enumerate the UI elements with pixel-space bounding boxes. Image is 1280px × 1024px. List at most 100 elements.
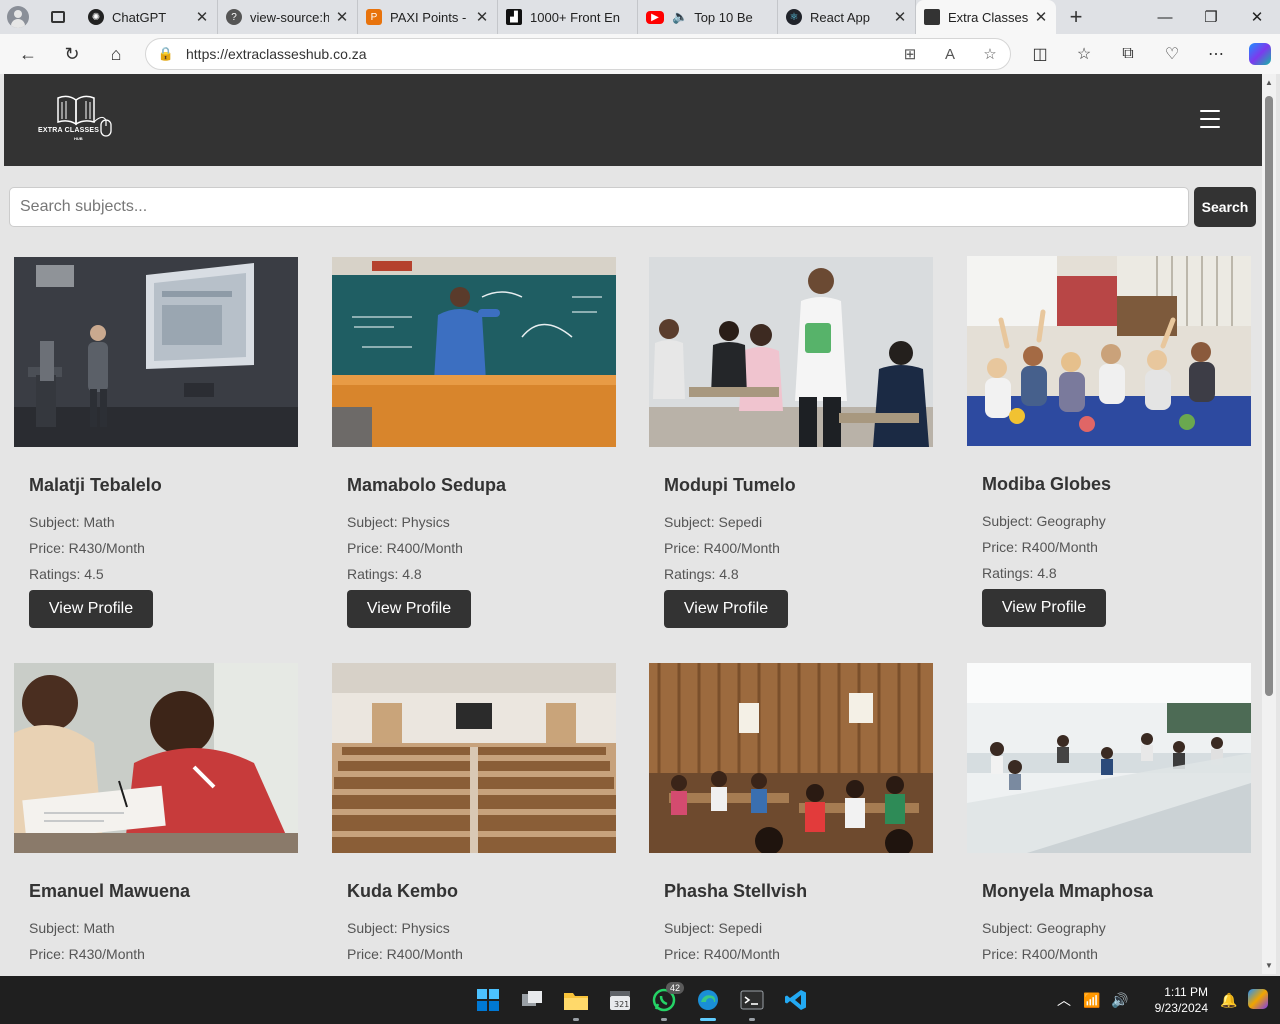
copilot-button[interactable] bbox=[1238, 34, 1280, 74]
lock-icon[interactable]: 🔒 bbox=[146, 46, 186, 62]
tutor-price: Price: R430/Month bbox=[29, 540, 145, 556]
close-window-button[interactable]: ✕ bbox=[1234, 0, 1280, 34]
view-profile-button[interactable]: View Profile bbox=[982, 589, 1106, 627]
split-screen-button[interactable]: ◫ bbox=[1018, 34, 1062, 74]
close-tab-icon[interactable]: ✕ bbox=[475, 8, 489, 26]
more-dots-icon: ⋯ bbox=[1208, 46, 1224, 63]
browser-tab-strip: ✺ ChatGPT ✕ ? view-source:htt ✕ P PAXI P… bbox=[0, 0, 1280, 34]
clipchamp-button[interactable]: 321 bbox=[598, 976, 642, 1024]
terminal-button[interactable] bbox=[730, 976, 774, 1024]
tab-title: 1000+ Front En bbox=[530, 9, 620, 25]
read-aloud-icon[interactable]: A bbox=[930, 46, 970, 63]
close-tab-icon[interactable]: ✕ bbox=[893, 8, 907, 26]
copilot-icon bbox=[1249, 43, 1271, 65]
tab-title: React App bbox=[810, 9, 870, 25]
file-explorer-button[interactable] bbox=[554, 976, 598, 1024]
tutor-name: Mamabolo Sedupa bbox=[347, 475, 507, 495]
whatsapp-button[interactable]: 42 bbox=[642, 976, 686, 1024]
close-tab-icon[interactable]: ✕ bbox=[1034, 8, 1048, 26]
hamburger-menu-icon[interactable] bbox=[1200, 110, 1220, 128]
view-profile-button[interactable]: View Profile bbox=[664, 590, 788, 628]
tab-extra-classes[interactable]: Extra Classes H ✕ bbox=[916, 0, 1056, 34]
tutor-photo[interactable] bbox=[649, 257, 933, 447]
vscode-button[interactable] bbox=[774, 976, 818, 1024]
favorite-star-icon[interactable]: ☆ bbox=[970, 45, 1010, 63]
tab-frontend[interactable]: ▟ 1000+ Front En bbox=[498, 0, 638, 34]
scroll-down-arrow-icon[interactable]: ▼ bbox=[1264, 961, 1274, 970]
tutor-price: Price: R400/Month bbox=[982, 946, 1098, 962]
tutor-photo[interactable] bbox=[649, 663, 933, 853]
task-view-button[interactable] bbox=[510, 976, 554, 1024]
collections-button[interactable]: ⧉ bbox=[1106, 34, 1150, 74]
tab-title: view-source:htt bbox=[250, 9, 329, 25]
refresh-button[interactable]: ↻ bbox=[50, 34, 94, 74]
volume-icon[interactable]: 🔊 bbox=[1106, 992, 1134, 1009]
tutor-photo[interactable] bbox=[14, 257, 298, 447]
tab-react-app[interactable]: ⚛ React App ✕ bbox=[778, 0, 916, 34]
chalkboard-teacher-image bbox=[332, 257, 616, 447]
show-hidden-icons-chevron-icon[interactable]: ︿ bbox=[1050, 990, 1078, 1010]
start-button[interactable] bbox=[466, 976, 510, 1024]
tab-paxi[interactable]: P PAXI Points - C ✕ bbox=[358, 0, 498, 34]
view-profile-button[interactable]: View Profile bbox=[29, 590, 153, 628]
page-viewport: EXTRA CLASSES HUB Search subjects... Sea… bbox=[4, 74, 1262, 974]
notification-bell-icon[interactable]: 🔔 bbox=[1214, 992, 1244, 1009]
tutor-photo[interactable] bbox=[967, 256, 1251, 446]
tutor-subject: Subject: Sepedi bbox=[664, 514, 763, 530]
search-input[interactable] bbox=[9, 187, 1189, 227]
site-logo[interactable]: EXTRA CLASSES HUB bbox=[36, 92, 116, 144]
profile-button[interactable] bbox=[0, 0, 36, 34]
tab-title: Top 10 Be bbox=[694, 9, 753, 25]
back-button[interactable]: ← bbox=[6, 34, 50, 74]
logo-text: EXTRA CLASSES bbox=[38, 127, 100, 134]
home-button[interactable]: ⌂ bbox=[94, 34, 138, 74]
tab-actions-icon bbox=[51, 11, 65, 23]
tutor-photo[interactable] bbox=[332, 663, 616, 853]
scrollbar-thumb[interactable] bbox=[1265, 96, 1273, 696]
browser-essentials-button[interactable]: ♡ bbox=[1150, 34, 1194, 74]
wifi-icon[interactable]: 📶 bbox=[1078, 992, 1106, 1009]
tutor-price: Price: R430/Month bbox=[29, 946, 145, 962]
search-button[interactable]: Search bbox=[1194, 187, 1256, 227]
tutor-card: Emanuel Mawuena Subject: Math Price: R43… bbox=[14, 663, 298, 974]
tutor-card: Modiba Globes Subject: Geography Price: … bbox=[967, 256, 1251, 646]
settings-more-button[interactable]: ⋯ bbox=[1194, 34, 1238, 74]
copilot-taskbar-icon[interactable] bbox=[1244, 988, 1272, 1012]
home-icon: ⌂ bbox=[110, 43, 122, 64]
new-tab-button[interactable]: + bbox=[1056, 0, 1096, 34]
windows-taskbar: 321 42 ︿ 📶 🔊 1:11 PM 9/23/2024 🔔 bbox=[0, 976, 1280, 1024]
lecture-projector-image bbox=[14, 257, 298, 447]
app-available-icon[interactable]: ⊞ bbox=[890, 45, 930, 63]
view-profile-button[interactable]: View Profile bbox=[347, 590, 471, 628]
close-tab-icon[interactable]: ✕ bbox=[335, 8, 349, 26]
browser-toolbar: ← ↻ ⌂ 🔒 https://extraclasseshub.co.za ⊞ … bbox=[0, 34, 1280, 74]
favorites-button[interactable]: ☆ bbox=[1062, 34, 1106, 74]
address-bar[interactable]: 🔒 https://extraclasseshub.co.za ⊞ A ☆ bbox=[145, 38, 1011, 70]
tutor-photo[interactable] bbox=[332, 257, 616, 447]
speaker-icon[interactable]: 🔈 bbox=[672, 9, 688, 25]
favorites-icon: ☆ bbox=[1076, 46, 1092, 63]
restore-button[interactable]: ❐ bbox=[1188, 0, 1234, 34]
vscode-icon bbox=[785, 990, 806, 1010]
tutor-subject: Subject: Math bbox=[29, 514, 115, 530]
tutor-photo[interactable] bbox=[14, 663, 298, 853]
tab-actions-button[interactable] bbox=[36, 0, 80, 34]
chatgpt-icon: ✺ bbox=[88, 9, 104, 25]
edge-button[interactable] bbox=[686, 976, 730, 1024]
tutor-photo[interactable] bbox=[967, 663, 1251, 853]
tutor-name: Modiba Globes bbox=[982, 474, 1112, 494]
page-scrollbar[interactable]: ▲ ▼ bbox=[1262, 74, 1276, 974]
scroll-up-arrow-icon[interactable]: ▲ bbox=[1264, 78, 1274, 87]
clock[interactable]: 1:11 PM 9/23/2024 bbox=[1134, 984, 1208, 1016]
minimize-button[interactable]: — bbox=[1142, 0, 1188, 34]
tutor-card: Modupi Tumelo Subject: Sepedi Price: R40… bbox=[649, 257, 933, 647]
close-tab-icon[interactable]: ✕ bbox=[195, 8, 209, 26]
tutor-subject: Subject: Sepedi bbox=[664, 920, 763, 936]
tab-view-source[interactable]: ? view-source:htt ✕ bbox=[218, 0, 358, 34]
kids-on-carpet-image bbox=[967, 256, 1251, 446]
wooden-classroom-image bbox=[649, 663, 933, 853]
site-header: EXTRA CLASSES HUB bbox=[4, 74, 1262, 166]
tab-chatgpt[interactable]: ✺ ChatGPT ✕ bbox=[80, 0, 218, 34]
tab-youtube[interactable]: ▶ 🔈 Top 10 Be bbox=[638, 0, 778, 34]
url-text[interactable]: https://extraclasseshub.co.za bbox=[186, 46, 890, 62]
